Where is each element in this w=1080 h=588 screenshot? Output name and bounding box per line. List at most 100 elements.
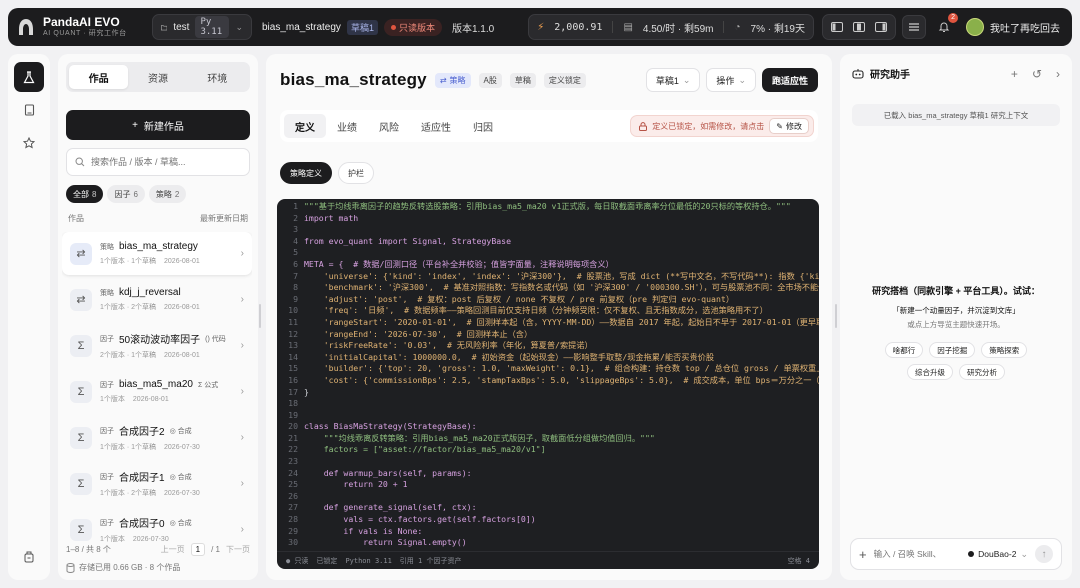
swap-icon: ⇄ <box>439 75 447 85</box>
rail-storage-button[interactable] <box>14 542 44 572</box>
draft-select[interactable]: 草稿1 ⌄ <box>645 68 701 92</box>
new-work-button[interactable]: + 新建作品 <box>66 110 250 140</box>
suggestion-chip[interactable]: 因子挖掘 <box>929 342 976 358</box>
tab-works[interactable]: 作品 <box>69 65 129 89</box>
filter-strategy[interactable]: 策略 2 <box>148 185 187 203</box>
code-text: return Signal.empty() <box>304 537 467 548</box>
pencil-icon: ✎ <box>776 121 783 131</box>
history-icon[interactable]: ↺ <box>1032 67 1042 81</box>
item-kind: 因子 <box>100 427 114 435</box>
list-item[interactable]: Σ 因子 合成因子1 ◎ 合成 1个版本 · 2个草稿 2026-07-30 › <box>62 462 252 505</box>
brand[interactable]: PandaAI EVO AI QUANT · 研究工作台 <box>16 16 152 38</box>
item-name: 合成因子2 <box>119 427 165 438</box>
plus-icon[interactable]: + <box>1011 67 1018 81</box>
list-item[interactable]: Σ 因子 合成因子2 ◎ 合成 1个版本 · 1个草稿 2026-07-30 › <box>62 416 252 459</box>
subtab-guardrails[interactable]: 护栏 <box>338 162 374 184</box>
line-number: 1 <box>293 201 298 211</box>
pager-summary: 1–8 / 共 8 个 <box>66 545 111 554</box>
operations-button[interactable]: 操作 ⌄ <box>706 68 756 92</box>
search-box[interactable] <box>66 148 250 176</box>
status-python: Python 3.11 <box>345 556 392 565</box>
line-number: 15 <box>288 363 298 374</box>
item-name: 合成因子0 <box>119 519 165 530</box>
run-adaptability-button[interactable]: 跑适应性 <box>761 68 818 92</box>
workspace-selector[interactable]: test Py 3.11 ⌄ <box>152 14 252 40</box>
code-line: 12 'rangeEnd': '2026-07-30', # 回测样本止（含） <box>277 329 819 341</box>
chat-input[interactable] <box>873 549 962 559</box>
item-kind: 因子 <box>100 335 114 343</box>
filter-chips: 全部 8 因子 6 策略 2 <box>66 185 250 203</box>
tab-environment[interactable]: 环境 <box>188 65 247 89</box>
database-icon <box>66 562 75 573</box>
code-text: import math <box>304 212 359 223</box>
code-text: vals = ctx.factors.get(self.factors[0]) <box>304 514 536 525</box>
user-menu[interactable]: 我吐了再吃回去 <box>966 18 1064 36</box>
item-date: 2026-07-30 <box>164 490 200 497</box>
line-number: 24 <box>288 467 298 478</box>
tab-attribution[interactable]: 归因 <box>462 114 504 138</box>
code-line: 8 'benchmark': '沪深300', # 基准对照指数：写指数名或代码… <box>277 282 819 294</box>
suggestion-chip[interactable]: 研究分析 <box>959 364 1005 380</box>
tab-definition[interactable]: 定义 <box>284 114 326 138</box>
sidebar-right-icon[interactable] <box>875 22 887 32</box>
sidebar-left-icon[interactable] <box>831 22 843 32</box>
send-button[interactable]: ↑ <box>1035 545 1053 563</box>
next-page-button[interactable]: 下一页 <box>226 544 250 555</box>
rail-research-button[interactable] <box>14 62 44 92</box>
panda-logo-icon <box>19 19 33 35</box>
suggestion-chip[interactable]: 综合升级 <box>907 364 953 380</box>
code-line: 2 import math <box>277 213 819 225</box>
tab-performance[interactable]: 业绩 <box>326 114 368 138</box>
edit-definition-button[interactable]: ✎ 修改 <box>769 118 809 134</box>
page-number[interactable]: 1 <box>190 543 206 556</box>
sigma-icon: Σ <box>70 334 92 357</box>
list-item[interactable]: Σ 因子 50滚动波动率因子 () 代码 2个版本 · 1个草稿 2026-08-01 › <box>62 324 252 367</box>
hint-subtext: 或点上方导览主题快速开场。 <box>907 320 1005 329</box>
subtab-strategy-definition[interactable]: 策略定义 <box>280 162 332 184</box>
app-subtitle: AI QUANT · 研究工作台 <box>43 30 127 37</box>
code-text: 'rangeStart': '2020-01-01', # 回测样本起（含，YY… <box>304 316 819 327</box>
filter-all[interactable]: 全部 8 <box>66 185 104 203</box>
rail-library-button[interactable] <box>14 95 44 125</box>
search-input[interactable] <box>91 157 241 167</box>
code-editor[interactable]: 1 """基于均线乖离因子的趋势反转选股策略：引用bias_ma5_ma20 v1… <box>277 199 819 569</box>
code-line: 16 'cost': {'commissionBps': 2.5, 'stamp… <box>277 375 819 387</box>
tab-resources[interactable]: 资源 <box>128 65 187 89</box>
item-meta: 1个版本 · 2个草稿 <box>100 490 157 497</box>
filter-factor[interactable]: 因子 6 <box>107 185 145 203</box>
suggestion-chip[interactable]: 策略探索 <box>981 342 1028 358</box>
chevron-right-icon: › <box>240 432 244 443</box>
chevron-right-icon: › <box>240 340 244 351</box>
model-selector[interactable]: DouBao-2 ⌄ <box>968 549 1028 560</box>
list-item[interactable]: ⇄ 策略 bias_ma_strategy 1个版本 · 1个草稿 2026-08-01… <box>62 232 252 275</box>
code-line: 13 'riskFreeRate': '0.03', # 无风险利率（年化，算夏… <box>277 340 819 352</box>
tab-adaptability[interactable]: 适应性 <box>410 114 462 138</box>
menu-button[interactable] <box>902 15 926 39</box>
resize-handle-left[interactable] <box>259 304 261 328</box>
code-line: 18 <box>277 398 819 410</box>
status-locked: 已锁定 <box>316 556 338 565</box>
code-text: def warmup_bars(self, params): <box>304 467 472 478</box>
item-subtype: ◎ 合成 <box>169 519 192 527</box>
notifications-button[interactable]: 2 <box>936 13 958 35</box>
panel-tabs: 作品 资源 环境 <box>66 62 250 92</box>
prev-page-button[interactable]: 上一页 <box>161 544 185 555</box>
code-line: 25 return 20 + 1 <box>277 479 819 491</box>
list-item[interactable]: Σ 因子 bias_ma5_ma20 Σ 公式 1个版本 2026-08-01 › <box>62 370 252 413</box>
layout-center-icon[interactable] <box>853 22 865 32</box>
item-meta: 1个版本 · 1个草稿 <box>100 444 157 451</box>
sort-selector[interactable]: 最新更新日期 <box>200 213 248 224</box>
plus-icon[interactable]: + <box>859 547 867 562</box>
rail-favorites-button[interactable] <box>14 128 44 158</box>
chevron-right-icon[interactable]: › <box>1056 67 1060 81</box>
resize-handle-right[interactable] <box>835 304 837 328</box>
list-item[interactable]: ⇄ 策略 kdj_j_reversal 1个版本 · 2个草稿 2026-08-01 › <box>62 278 252 321</box>
item-name: 50滚动波动率因子 <box>119 335 201 346</box>
tab-risk[interactable]: 风险 <box>368 114 410 138</box>
suggestion-chip[interactable]: 啥都行 <box>884 342 924 358</box>
code-area[interactable]: 1 """基于均线乖离因子的趋势反转选股策略：引用bias_ma5_ma20 v1… <box>277 201 819 549</box>
account-stats[interactable]: ⚡ 2,000.91 ▤ 4.50/时 · 剩59m ◔ 7% · 剩19天 <box>528 14 814 40</box>
app-name: PandaAI EVO <box>43 15 120 29</box>
pagination: 1–8 / 共 8 个 上一页 1 / 1 下一页 <box>66 543 250 556</box>
code-text: from evo_quant import Signal, StrategyBa… <box>304 235 512 246</box>
